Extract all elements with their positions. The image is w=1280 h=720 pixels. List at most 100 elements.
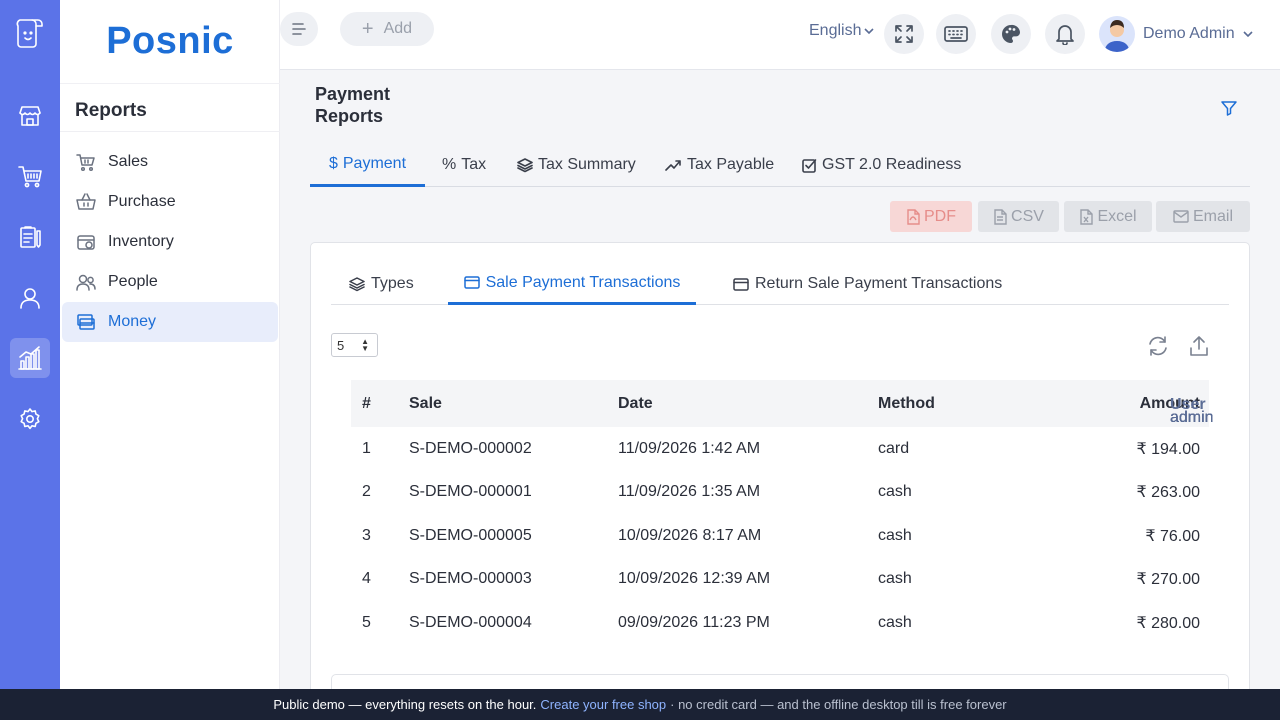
cell-date: 11/09/2026 1:35 AM: [618, 483, 761, 501]
cell-date: 09/09/2026 11:23 PM: [618, 613, 770, 631]
tab-payment[interactable]: $ Payment: [310, 143, 425, 187]
tab-label: GST 2.0 Readiness: [822, 156, 962, 173]
user-menu[interactable]: Demo Admin: [1099, 16, 1253, 52]
table-row[interactable]: 1 S-DEMO-000002 11/09/2026 1:42 AM admin…: [351, 409, 1214, 471]
sidebar-item-label: Sales: [108, 153, 149, 170]
credit-card-icon: [463, 276, 480, 289]
sidebar-item-sales[interactable]: Sales: [62, 142, 278, 182]
brand-logo[interactable]: Posnic: [60, 0, 280, 84]
people-icon: [75, 271, 97, 293]
cell-num: 2: [362, 483, 371, 501]
tab-tax-summary[interactable]: Tax Summary: [517, 143, 636, 187]
user-icon[interactable]: [10, 278, 50, 318]
clipboard-icon[interactable]: [10, 217, 50, 257]
theme-button[interactable]: [991, 14, 1031, 54]
export-upload-icon[interactable]: [1189, 335, 1209, 362]
cart-icon[interactable]: [10, 156, 50, 196]
sidebar-item-money[interactable]: Money: [62, 302, 278, 342]
refresh-icon[interactable]: [1146, 335, 1170, 362]
basket-icon: [75, 191, 97, 213]
cell-sale: S-DEMO-000004: [409, 613, 532, 631]
cell-sale: S-DEMO-000001: [409, 483, 532, 501]
layers-icon: [517, 158, 533, 173]
tab-label: Tax Payable: [687, 156, 775, 173]
dollar-icon: $: [328, 154, 338, 172]
cell-num: 1: [362, 439, 371, 457]
page-size-select[interactable]: 5 ▲ ▼: [331, 333, 378, 357]
create-shop-link[interactable]: Create your free shop: [540, 697, 666, 712]
report-tabs: $ Payment % Tax Tax Summary Tax Payable …: [310, 143, 1250, 187]
sidebar-item-label: Purchase: [108, 193, 176, 210]
settings-gear-icon[interactable]: [10, 399, 50, 439]
tab-label: Payment: [342, 154, 407, 172]
export-pdf-button[interactable]: PDF: [890, 201, 972, 232]
tab-tax-payable[interactable]: Tax Payable: [665, 143, 774, 187]
subtab-types[interactable]: Types: [349, 263, 414, 305]
export-csv-button[interactable]: CSV: [978, 201, 1059, 232]
select-arrows-icon: ▲ ▼: [361, 337, 369, 353]
export-email-button[interactable]: Email: [1156, 201, 1250, 232]
demo-banner: Public demo — everything resets on the h…: [0, 689, 1280, 720]
menu-toggle-button[interactable]: [280, 12, 318, 46]
report-card: Types Sale Payment Transactions Return S…: [310, 242, 1250, 704]
add-button[interactable]: + Add: [340, 12, 434, 46]
table-row[interactable]: 4 S-DEMO-000003 10/09/2026 12:39 AM admi…: [351, 409, 1214, 602]
export-excel-label: Excel: [1097, 207, 1137, 225]
table-row[interactable]: 5 S-DEMO-000004 09/09/2026 11:23 PM admi…: [351, 409, 1214, 645]
icon-rail: [0, 0, 60, 689]
table-row[interactable]: 2 S-DEMO-000001 11/09/2026 1:35 AM admin…: [351, 409, 1214, 515]
app-logo-icon[interactable]: [0, 0, 60, 64]
avatar: [1099, 16, 1135, 52]
column-header-sale[interactable]: Sale: [409, 380, 618, 427]
export-pdf-label: PDF: [924, 207, 956, 225]
percent-icon: %: [442, 156, 457, 173]
cell-user: admin: [1170, 408, 1214, 426]
subtab-return-sale-payment-transactions[interactable]: Return Sale Payment Transactions: [733, 263, 1002, 305]
fullscreen-button[interactable]: [884, 14, 924, 54]
bell-icon: [1056, 25, 1074, 45]
store-icon[interactable]: [10, 96, 50, 136]
cell-method: cash: [878, 570, 912, 588]
cell-sale: S-DEMO-000005: [409, 526, 532, 544]
reports-chart-icon[interactable]: [10, 338, 50, 378]
cell-method: cash: [878, 526, 912, 544]
money-icon: [75, 311, 97, 333]
export-excel-button[interactable]: Excel: [1064, 201, 1152, 232]
sidebar-item-inventory[interactable]: Inventory: [62, 222, 278, 262]
chevron-down-icon: [1243, 31, 1253, 38]
cell-num: 5: [362, 613, 371, 631]
cell-method: cash: [878, 613, 912, 631]
notifications-button[interactable]: [1045, 14, 1085, 54]
tab-tax[interactable]: % Tax: [442, 143, 486, 187]
sidebar-divider: [60, 131, 280, 132]
payment-subtabs: Types Sale Payment Transactions Return S…: [331, 263, 1229, 305]
keyboard-icon: [944, 26, 968, 42]
filter-icon[interactable]: [1220, 99, 1238, 122]
sidebar-item-label: People: [108, 273, 158, 290]
keyboard-button[interactable]: [936, 14, 976, 54]
checkbox-icon: [802, 158, 817, 173]
topbar: + Add English Demo Admin: [280, 0, 1280, 70]
page-size-value: 5: [337, 337, 345, 353]
table-row[interactable]: 3 S-DEMO-000005 10/09/2026 8:17 AM admin…: [351, 409, 1214, 558]
sidebar-item-people[interactable]: People: [62, 262, 278, 302]
tab-gst-readiness[interactable]: GST 2.0 Readiness: [802, 143, 961, 187]
column-header-num[interactable]: #: [351, 380, 409, 427]
export-email-label: Email: [1192, 207, 1233, 225]
menu-lines-icon: [292, 23, 306, 35]
language-selector[interactable]: English: [809, 22, 875, 40]
subtab-sale-payment-transactions[interactable]: Sale Payment Transactions: [448, 263, 696, 305]
sidebar-item-purchase[interactable]: Purchase: [62, 182, 278, 222]
box-icon: [75, 231, 97, 253]
reports-sidebar: Posnic Reports Sales Purchase Inventory …: [60, 0, 280, 689]
layers-icon: [349, 277, 365, 292]
cell-method: card: [878, 439, 910, 457]
column-header-date[interactable]: Date: [618, 380, 878, 427]
chevron-down-icon: [864, 28, 875, 35]
tab-label: Tax: [461, 156, 487, 173]
column-header-method[interactable]: Method: [878, 380, 1018, 427]
add-button-label: Add: [383, 20, 413, 37]
cell-sale: S-DEMO-000002: [409, 439, 532, 457]
cell-amount: ₹ 270.00: [1136, 571, 1200, 589]
cell-date: 10/09/2026 8:17 AM: [618, 526, 762, 544]
